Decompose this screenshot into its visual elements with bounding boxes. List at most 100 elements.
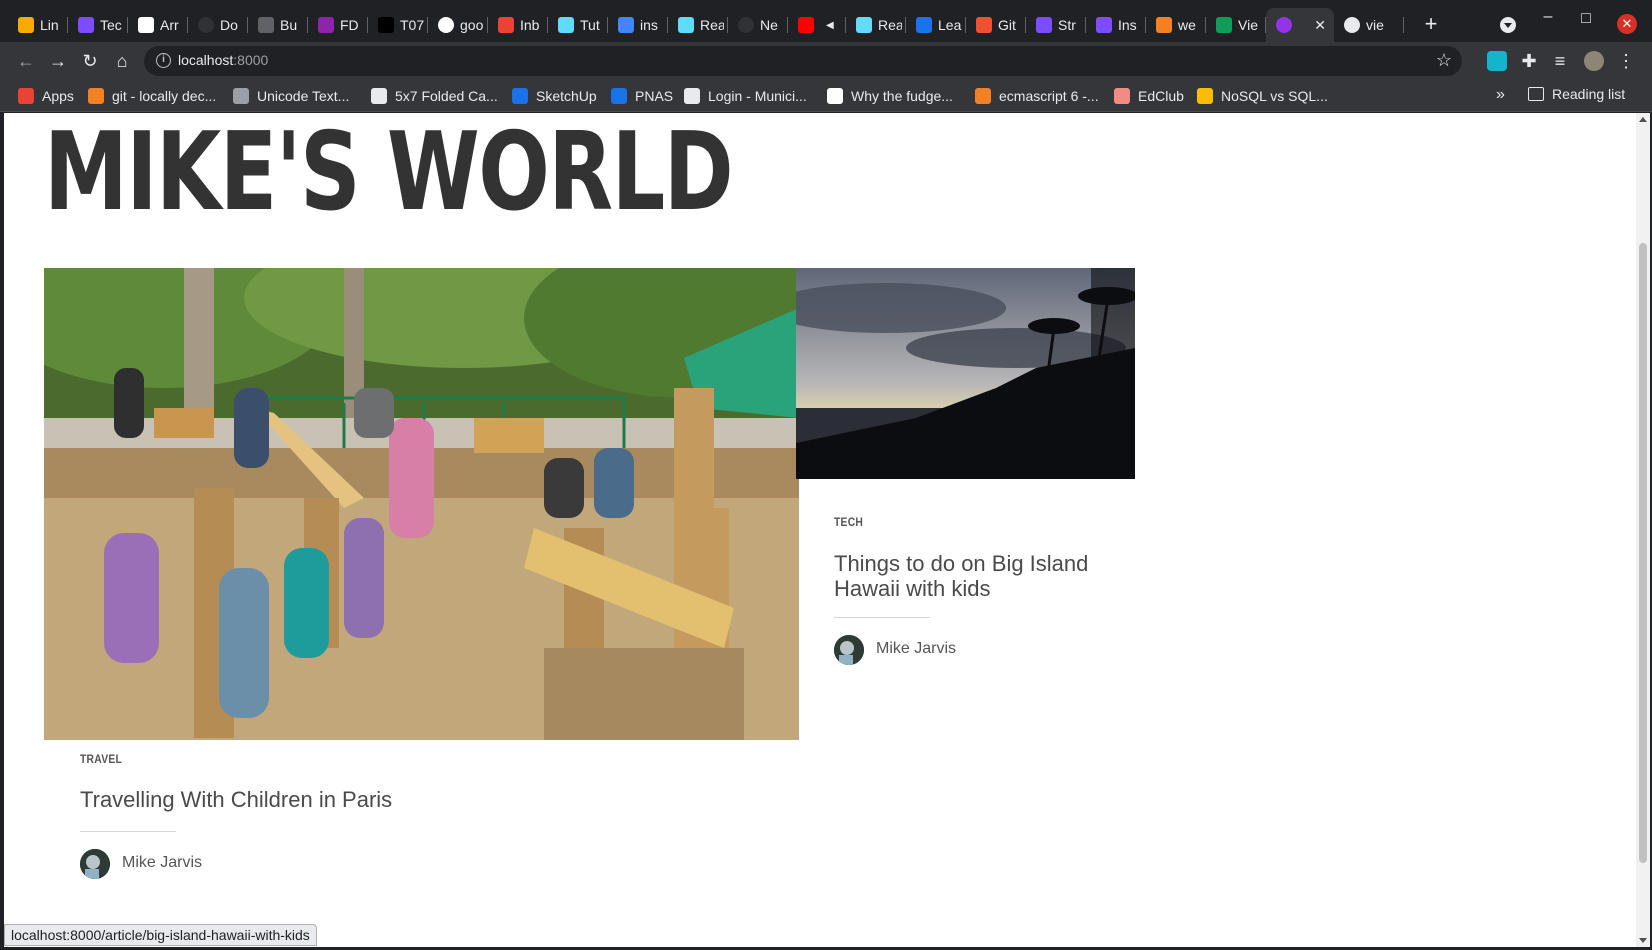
scroll-up-icon[interactable] (1639, 117, 1647, 122)
browser-tab[interactable]: FD (308, 8, 368, 42)
apps-grid-icon (18, 88, 34, 104)
browser-tab[interactable]: Rea (668, 8, 728, 42)
tab-title: Inb (520, 17, 540, 33)
article-title[interactable]: Travelling With Children in Paris (80, 787, 720, 812)
media-control-icon[interactable]: ≡ (1548, 49, 1572, 73)
close-window-icon[interactable]: ✕ (1617, 14, 1637, 34)
close-tab-icon[interactable]: ✕ (1314, 17, 1326, 34)
tab-separator (1403, 17, 1404, 33)
stackoverflow-icon (1156, 17, 1172, 33)
scroll-down-icon[interactable] (1639, 938, 1647, 943)
tab-title: vie (1366, 17, 1384, 33)
browser-tab[interactable]: Str (1026, 8, 1086, 42)
bookmark-item[interactable]: git - locally dec... (88, 86, 216, 106)
git-icon (976, 17, 992, 33)
browser-tab[interactable]: ✕ (1266, 8, 1334, 42)
maximize-icon[interactable]: □ (1576, 10, 1596, 28)
tab-title: ins (640, 17, 658, 33)
tab-title: Rea (878, 17, 902, 33)
bookmark-favicon-icon (1114, 88, 1130, 104)
browser-tab[interactable]: T07 (368, 8, 428, 42)
browser-tab[interactable]: Do (188, 8, 248, 42)
browser-tab[interactable]: Tut (548, 8, 608, 42)
extension-cloud-icon[interactable] (1487, 51, 1507, 71)
url-host: localhost (178, 52, 234, 68)
browser-tab[interactable]: Ne (728, 8, 788, 42)
bookmark-item[interactable]: ecmascript 6 -... (975, 86, 1099, 106)
audio-playing-icon[interactable]: ◀ (826, 20, 834, 31)
dark-circle-icon (198, 17, 214, 33)
browser-tab[interactable]: ins (608, 8, 668, 42)
tab-title: Do (220, 17, 238, 33)
tab-title: Str (1058, 17, 1076, 33)
menu-kebab-icon[interactable]: ⋮ (1614, 49, 1638, 73)
profile-avatar[interactable] (1584, 51, 1604, 71)
scrollbar-thumb[interactable] (1639, 243, 1647, 863)
gmail-icon (498, 17, 514, 33)
bookmark-item[interactable]: Why the fudge... (827, 86, 953, 106)
minimize-icon[interactable]: – (1538, 8, 1558, 26)
reload-icon[interactable]: ↻ (78, 49, 102, 73)
reading-list-button[interactable]: Reading list (1528, 86, 1625, 102)
forward-icon[interactable]: → (46, 49, 70, 73)
browser-tab[interactable]: Lin (8, 8, 68, 42)
bookmark-item[interactable]: EdClub (1114, 86, 1184, 106)
scrollbar[interactable] (1636, 113, 1650, 947)
bookmark-item[interactable]: NoSQL vs SQL... (1197, 86, 1328, 106)
bookmark-item[interactable]: Unicode Text... (233, 86, 349, 106)
tab-search-icon[interactable] (1500, 17, 1516, 33)
bookmark-item[interactable]: Login - Munici... (684, 86, 807, 106)
extensions-puzzle-icon[interactable]: ✚ (1517, 49, 1541, 73)
tab-title: Lea (938, 17, 962, 33)
flag-icon (1096, 17, 1112, 33)
browser-tab[interactable]: Inb (488, 8, 548, 42)
site-info-icon[interactable]: i (156, 53, 171, 68)
browser-tab[interactable]: vie (1334, 8, 1404, 42)
back-icon[interactable]: ← (14, 49, 38, 73)
address-bar[interactable]: i localhost:8000 ☆ (144, 46, 1462, 76)
browser-tab[interactable]: Rea (846, 8, 906, 42)
article-image-hawaii[interactable] (796, 268, 1154, 491)
browser-tab[interactable]: Ins (1086, 8, 1146, 42)
bookmark-item[interactable]: PNAS (611, 86, 673, 106)
tab-title: Rea (700, 17, 724, 33)
article-category[interactable]: TRAVEL (80, 752, 122, 766)
graduation-cap-icon (138, 17, 154, 33)
site-title[interactable]: MIKE'S WORLD (44, 119, 734, 227)
home-icon[interactable]: ⌂ (110, 49, 134, 73)
tab-title: Tut (580, 17, 600, 33)
bookmark-star-icon[interactable]: ☆ (1436, 50, 1452, 71)
playground-image (44, 268, 799, 740)
browser-tab[interactable]: Vie (1206, 8, 1266, 42)
tab-strip: Lin Tec Arr Do Bu FD T07 goo Inb Tut ins Rea Ne ◀ Rea L… (0, 0, 1652, 42)
bookmark-item[interactable]: Apps (18, 86, 74, 106)
tab-title: T07 (400, 17, 424, 33)
browser-tab[interactable]: we (1146, 8, 1206, 42)
article-image-paris[interactable] (44, 268, 799, 740)
browser-tab[interactable]: ◀ (788, 8, 846, 42)
browser-tab[interactable]: Bu (248, 8, 308, 42)
browser-tab[interactable]: goo (428, 8, 488, 42)
author-name[interactable]: Mike Jarvis (122, 854, 202, 872)
author-name[interactable]: Mike Jarvis (876, 640, 956, 658)
browser-tab[interactable]: Git (966, 8, 1026, 42)
browser-tab[interactable]: Lea (906, 8, 966, 42)
browser-tab[interactable]: Arr (128, 8, 188, 42)
toolbar: ← → ↻ ⌂ i localhost:8000 ☆ ✚ ≡ ⋮ (0, 42, 1652, 80)
tab-title: Vie (1238, 17, 1258, 33)
article-title[interactable]: Things to do on Big Island Hawaii with k… (834, 551, 1134, 601)
bookmark-label: SketchUp (536, 88, 597, 104)
more-bookmarks-icon[interactable]: » (1496, 86, 1505, 104)
new-tab-button[interactable]: + (1420, 13, 1442, 36)
bookmark-favicon-icon (512, 88, 528, 104)
bookmark-label: Unicode Text... (257, 88, 350, 104)
bookmark-item[interactable]: SketchUp (512, 86, 597, 106)
article-category[interactable]: TECH (834, 515, 863, 529)
browser-tab[interactable]: Tec (68, 8, 128, 42)
bookmark-label: 5x7 Folded Ca... (395, 88, 498, 104)
author-avatar (80, 849, 110, 879)
bookmark-item[interactable]: 5x7 Folded Ca... (371, 86, 498, 106)
gear-icon (258, 17, 274, 33)
tab-list: Lin Tec Arr Do Bu FD T07 goo Inb Tut ins Rea Ne ◀ Rea L… (8, 8, 1404, 42)
url-text[interactable]: localhost:8000 (178, 52, 268, 68)
